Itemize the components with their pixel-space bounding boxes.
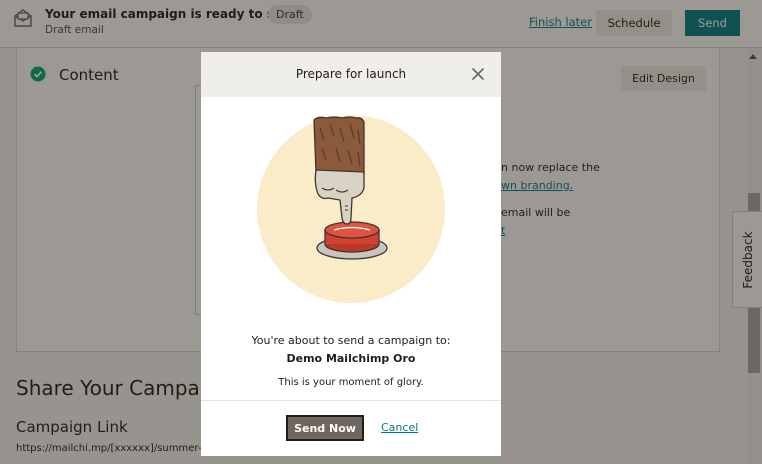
close-icon[interactable] <box>469 65 487 83</box>
audience-name: Demo Mailchimp Oro <box>286 352 416 365</box>
cancel-link[interactable]: Cancel <box>381 421 418 434</box>
modal-header: Prepare for launch <box>201 52 501 97</box>
prepare-for-launch-modal: Prepare for launch You're about to send … <box>201 52 501 456</box>
launch-illustration <box>257 115 445 303</box>
send-now-button[interactable]: Send Now <box>286 415 364 441</box>
modal-divider <box>201 400 501 401</box>
modal-title: Prepare for launch <box>295 67 407 81</box>
moment-of-glory-text: This is your moment of glory. <box>278 377 424 388</box>
send-confirmation-text: You're about to send a campaign to: <box>251 334 451 347</box>
